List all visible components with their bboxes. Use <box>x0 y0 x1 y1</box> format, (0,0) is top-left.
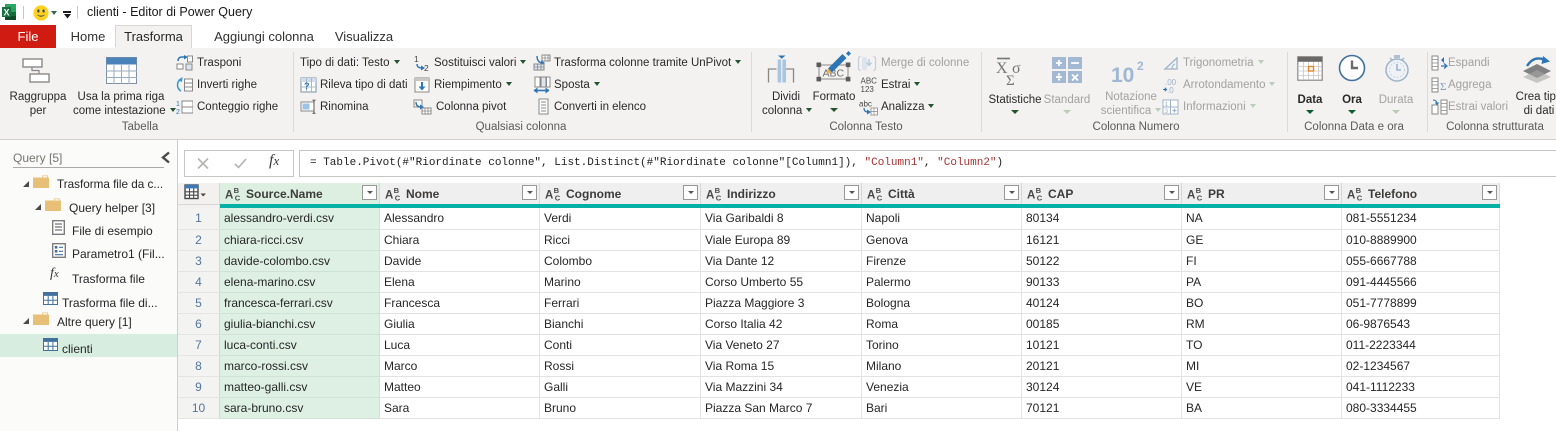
svg-text:abc: abc <box>859 100 872 109</box>
svg-text:A: A <box>1347 190 1355 202</box>
svg-text:C: C <box>877 194 883 201</box>
svg-text:A: A <box>867 190 875 202</box>
svg-text:A: A <box>545 190 553 202</box>
svg-text:1: 1 <box>414 54 419 64</box>
svg-text:2: 2 <box>1137 59 1144 73</box>
svg-text:A: A <box>706 190 714 202</box>
svg-text:A: A <box>1027 190 1035 202</box>
svg-text:2: 2 <box>424 63 429 72</box>
svg-text:C: C <box>1197 194 1203 201</box>
svg-text:.0: .0 <box>1167 86 1174 94</box>
svg-text:Σ: Σ <box>1440 81 1446 93</box>
svg-text:1: 1 <box>176 101 180 108</box>
svg-text:C: C <box>235 194 241 201</box>
svg-text:2: 2 <box>176 109 180 115</box>
svg-text:?: ? <box>304 81 310 91</box>
svg-text:C: C <box>555 194 561 201</box>
svg-text:C: C <box>1357 194 1363 201</box>
svg-text:Σ: Σ <box>1006 73 1015 85</box>
svg-text:10: 10 <box>1111 64 1134 84</box>
svg-text:1: 1 <box>1165 101 1169 108</box>
svg-text:A: A <box>385 190 393 202</box>
svg-text:C: C <box>716 194 722 201</box>
svg-text:C: C <box>1037 194 1043 201</box>
svg-text:3: 3 <box>1165 108 1169 115</box>
svg-text:123: 123 <box>861 85 875 93</box>
svg-text:A: A <box>225 190 233 202</box>
svg-text:A: A <box>1187 190 1195 202</box>
svg-text:X: X <box>3 8 9 18</box>
svg-text:C: C <box>395 194 401 201</box>
